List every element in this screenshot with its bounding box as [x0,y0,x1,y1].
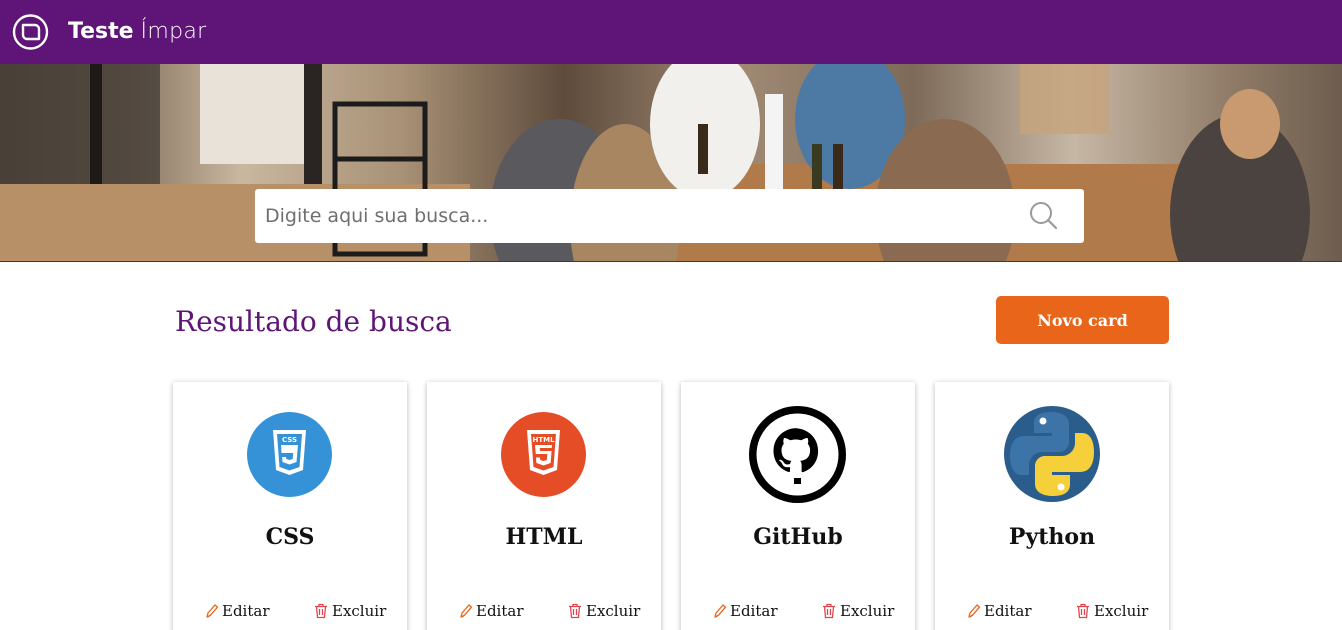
hero-divider [0,261,1342,262]
html5-icon: HTML [501,412,586,497]
pencil-icon [460,604,473,618]
search-icon[interactable] [1028,200,1058,230]
top-navbar: Teste Ímpar [0,0,1342,64]
delete-label: Excluir [332,602,387,620]
edit-label: Editar [476,602,524,620]
logo-icon[interactable] [12,14,49,50]
trash-icon [823,603,835,619]
trash-icon [569,603,581,619]
github-icon [749,406,846,503]
card-title: CSS [265,524,315,550]
card-title: GitHub [753,524,843,550]
search-bar [255,189,1084,243]
card-css: CSS CSS Editar Excluir [173,382,407,630]
edit-button[interactable]: Editar [205,601,270,621]
python-icon [1004,406,1100,502]
card-github: GitHub Editar Excluir [681,382,915,630]
search-input[interactable] [265,189,1025,243]
edit-label: Editar [222,602,270,620]
delete-button[interactable]: Excluir [822,601,895,621]
edit-label: Editar [984,602,1032,620]
pencil-icon [206,604,219,618]
svg-text:HTML: HTML [532,436,555,444]
card-html: HTML HTML Editar Excluir [427,382,661,630]
svg-text:CSS: CSS [282,436,297,444]
delete-label: Excluir [1094,602,1149,620]
trash-icon [315,603,327,619]
edit-button[interactable]: Editar [713,601,778,621]
delete-label: Excluir [586,602,641,620]
edit-label: Editar [730,602,778,620]
new-card-button[interactable]: Novo card [996,296,1169,344]
brand-name[interactable]: Teste Ímpar [68,16,206,48]
card-python: Python Editar Excluir [935,382,1169,630]
brand-bold: Teste [68,19,134,44]
delete-button[interactable]: Excluir [1076,601,1149,621]
pencil-icon [714,604,727,618]
delete-button[interactable]: Excluir [568,601,641,621]
css3-icon: CSS [247,412,332,497]
edit-button[interactable]: Editar [459,601,524,621]
delete-label: Excluir [840,602,895,620]
results-title: Resultado de busca [175,305,452,338]
pencil-icon [968,604,981,618]
card-title: Python [1008,524,1096,550]
delete-button[interactable]: Excluir [314,601,387,621]
edit-button[interactable]: Editar [967,601,1032,621]
brand-light: Ímpar [140,19,207,44]
card-title: HTML [505,524,583,550]
trash-icon [1077,603,1089,619]
